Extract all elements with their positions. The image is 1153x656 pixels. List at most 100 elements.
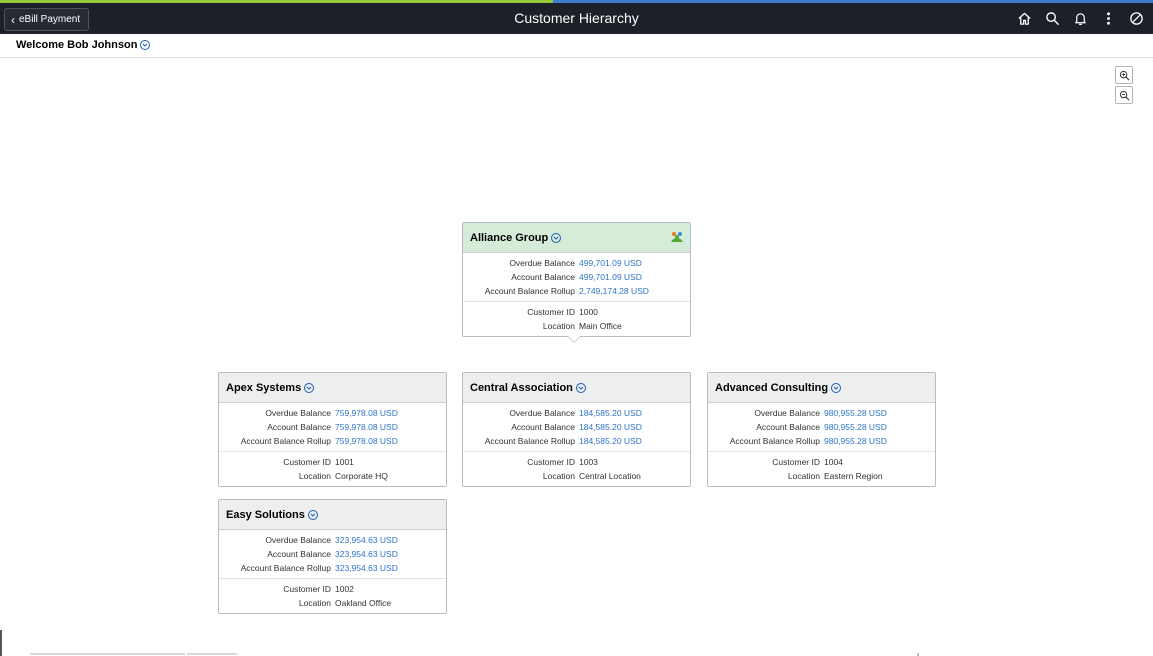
- customer-name-menu[interactable]: Advanced Consulting: [715, 382, 842, 394]
- customer-name-menu[interactable]: Apex Systems: [226, 381, 315, 394]
- search-icon[interactable]: [1041, 8, 1063, 30]
- overdue-balance-label: Overdue Balance: [509, 408, 575, 418]
- account-balance-link[interactable]: 184,585.20 USD: [579, 420, 642, 434]
- chevron-down-icon: [140, 40, 151, 50]
- customer-card-apex-systems: Apex Systems Overdue Balance 759,978.08 U…: [218, 372, 447, 487]
- balance-section: Overdue Balance 323,954.63 USD Account Ba…: [219, 530, 446, 579]
- welcome-menu[interactable]: Welcome Bob Johnson: [16, 39, 151, 51]
- header-actions: [1013, 3, 1147, 34]
- location-label: Location: [298, 471, 331, 481]
- customer-id-value: 1004: [824, 457, 843, 467]
- account-balance-rollup-label: Account Balance Rollup: [240, 563, 331, 573]
- account-balance-rollup-link[interactable]: 980,955.28 USD: [824, 434, 887, 448]
- info-section: Customer ID 1000 Location Main Office: [463, 302, 690, 336]
- overdue-balance-link[interactable]: 499,701.09 USD: [579, 256, 642, 270]
- overdue-balance-label: Overdue Balance: [754, 408, 820, 418]
- customer-id-label: Customer ID: [772, 457, 820, 467]
- chevron-down-icon: [551, 232, 562, 243]
- account-balance-rollup-link[interactable]: 2,749,174.28 USD: [579, 284, 649, 298]
- zoom-in-button[interactable]: [1115, 66, 1133, 84]
- card-header: Easy Solutions: [219, 500, 446, 530]
- customer-id-value: 1002: [335, 584, 354, 594]
- chevron-down-icon: [304, 382, 315, 393]
- account-balance-link[interactable]: 499,701.09 USD: [579, 270, 642, 284]
- customer-card-alliance-group: Alliance Group Overdue Balance 499,701.09…: [462, 222, 691, 337]
- customer-id-label: Customer ID: [527, 457, 575, 467]
- customer-name: Alliance Group: [470, 231, 549, 244]
- welcome-text: Welcome Bob Johnson: [16, 39, 138, 51]
- home-icon[interactable]: [1013, 8, 1035, 30]
- scroll-track-segment: [187, 653, 237, 655]
- overdue-balance-link[interactable]: 759,978.08 USD: [335, 406, 398, 420]
- overdue-balance-label: Overdue Balance: [265, 408, 331, 418]
- customer-id-value: 1000: [579, 307, 598, 317]
- account-balance-label: Account Balance: [511, 272, 575, 282]
- card-header: Apex Systems: [219, 373, 446, 403]
- location-value: Eastern Region: [824, 471, 883, 481]
- customer-card-advanced-consulting: Advanced Consulting Overdue Balance 980,9…: [707, 372, 936, 487]
- account-balance-label: Account Balance: [267, 422, 331, 432]
- account-balance-label: Account Balance: [756, 422, 820, 432]
- zoom-out-icon: [1119, 90, 1129, 100]
- account-balance-label: Account Balance: [511, 422, 575, 432]
- location-label: Location: [542, 321, 575, 331]
- customer-card-easy-solutions: Easy Solutions Overdue Balance 323,954.63…: [218, 499, 447, 614]
- balance-section: Overdue Balance 759,978.08 USD Account Ba…: [219, 403, 446, 452]
- account-balance-link[interactable]: 759,978.08 USD: [335, 420, 398, 434]
- horizontal-scrollbar[interactable]: [0, 652, 1153, 656]
- overdue-balance-link[interactable]: 980,955.28 USD: [824, 406, 887, 420]
- card-header: Alliance Group: [463, 223, 690, 253]
- customer-id-value: 1001: [335, 457, 354, 467]
- account-balance-rollup-link[interactable]: 759,978.08 USD: [335, 434, 398, 448]
- customer-name-menu[interactable]: Central Association: [470, 382, 586, 394]
- page-title: Customer Hierarchy: [514, 10, 639, 26]
- location-label: Location: [542, 471, 575, 481]
- balance-section: Overdue Balance 980,955.28 USD Account Ba…: [708, 403, 935, 452]
- customer-name-menu[interactable]: Alliance Group: [470, 231, 562, 244]
- location-value: Corporate HQ: [335, 471, 388, 481]
- balance-section: Overdue Balance 499,701.09 USD Account Ba…: [463, 253, 690, 302]
- customer-card-central-association: Central Association Overdue Balance 184,5…: [462, 372, 691, 487]
- location-label: Location: [298, 598, 331, 608]
- hierarchy-people-icon[interactable]: [670, 231, 684, 246]
- scroll-thumb[interactable]: [30, 653, 185, 655]
- location-value: Main Office: [579, 321, 622, 331]
- account-balance-link[interactable]: 323,954.63 USD: [335, 547, 398, 561]
- balance-section: Overdue Balance 184,585.20 USD Account Ba…: [463, 403, 690, 452]
- card-header: Advanced Consulting: [708, 373, 935, 403]
- customer-id-label: Customer ID: [283, 457, 331, 467]
- bell-icon[interactable]: [1069, 8, 1091, 30]
- customer-id-label: Customer ID: [283, 584, 331, 594]
- account-balance-link[interactable]: 980,955.28 USD: [824, 420, 887, 434]
- overdue-balance-link[interactable]: 323,954.63 USD: [335, 533, 398, 547]
- account-balance-rollup-link[interactable]: 184,585.20 USD: [579, 434, 642, 448]
- zoom-in-icon: [1119, 70, 1129, 80]
- card-header: Central Association: [463, 373, 690, 403]
- account-balance-rollup-label: Account Balance Rollup: [484, 436, 575, 446]
- more-vertical-icon[interactable]: [1097, 8, 1119, 30]
- account-balance-rollup-label: Account Balance Rollup: [240, 436, 331, 446]
- location-label: Location: [787, 471, 820, 481]
- navbar-icon[interactable]: [1125, 8, 1147, 30]
- card-pointer-fill: [568, 336, 580, 342]
- zoom-out-button[interactable]: [1115, 86, 1133, 104]
- location-value: Central Location: [579, 471, 641, 481]
- info-section: Customer ID 1002 Location Oakland Office: [219, 579, 446, 613]
- customer-name: Easy Solutions: [226, 508, 305, 521]
- chevron-down-icon: [575, 382, 586, 393]
- account-balance-rollup-link[interactable]: 323,954.63 USD: [335, 561, 398, 575]
- info-section: Customer ID 1003 Location Central Location: [463, 452, 690, 486]
- customer-name-menu[interactable]: Easy Solutions: [226, 509, 318, 521]
- account-balance-rollup-label: Account Balance Rollup: [729, 436, 820, 446]
- account-balance-label: Account Balance: [267, 549, 331, 559]
- chevron-down-icon: [307, 509, 318, 520]
- overdue-balance-link[interactable]: 184,585.20 USD: [579, 406, 642, 420]
- customer-name: Central Association: [470, 381, 573, 394]
- customer-name: Apex Systems: [226, 381, 302, 394]
- customer-id-label: Customer ID: [527, 307, 575, 317]
- top-banner: ‹ eBill Payment Customer Hierarchy: [0, 3, 1153, 34]
- info-section: Customer ID 1001 Location Corporate HQ: [219, 452, 446, 486]
- location-value: Oakland Office: [335, 598, 392, 608]
- overdue-balance-label: Overdue Balance: [509, 258, 575, 268]
- account-balance-rollup-label: Account Balance Rollup: [484, 286, 575, 296]
